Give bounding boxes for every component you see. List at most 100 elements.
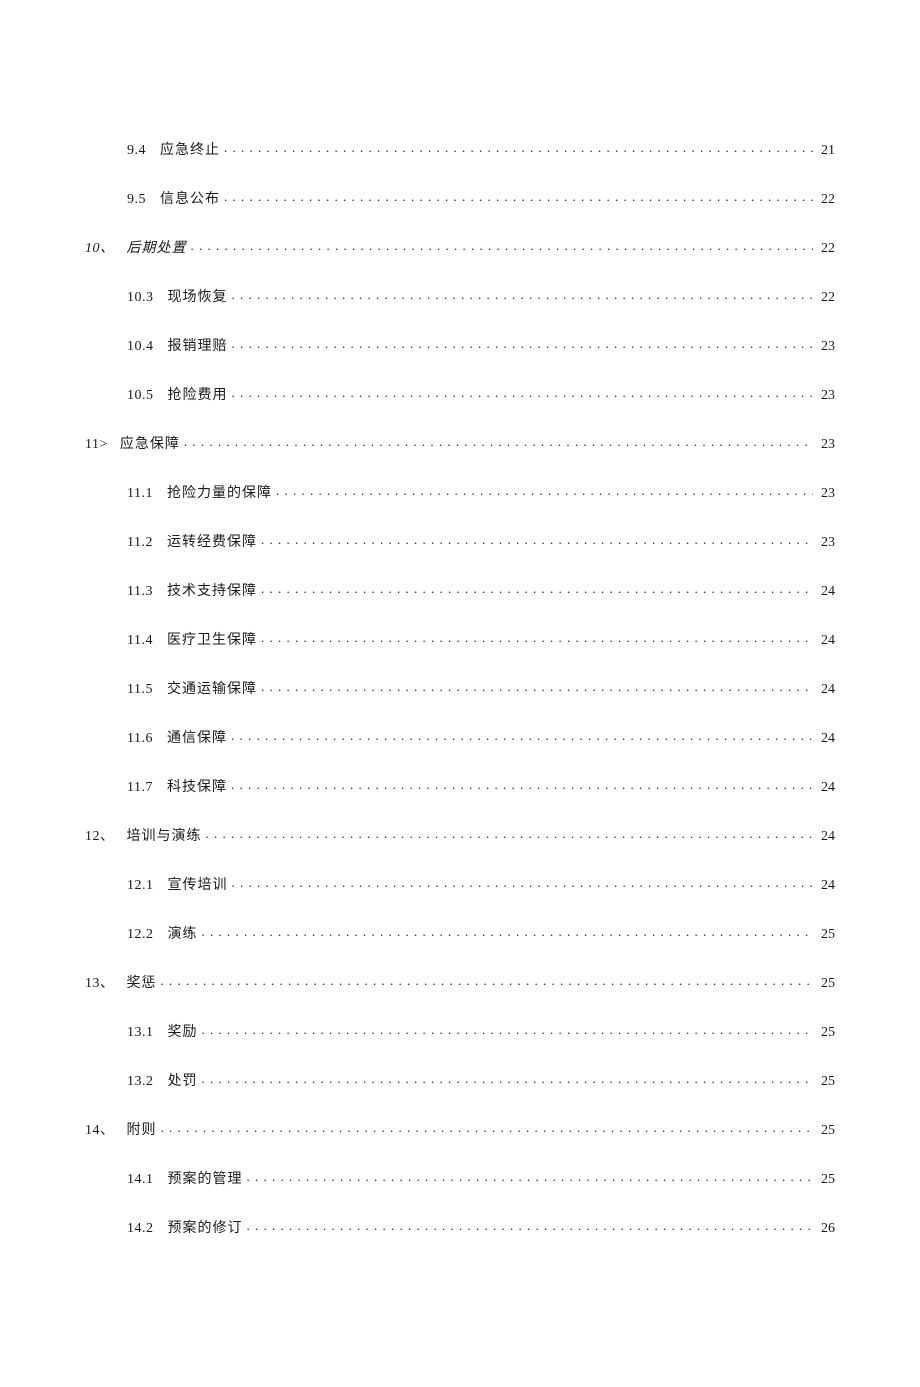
toc-entry-page: 24: [817, 879, 835, 893]
toc-leader-dots: [247, 1169, 814, 1183]
toc-leader-dots: [276, 483, 813, 497]
toc-entry-number: 12.2: [127, 928, 154, 942]
toc-entry-title: 报销理赔: [168, 340, 228, 354]
toc-entry: 13.1奖励25: [85, 1022, 835, 1040]
toc-entry: 12、培训与演练24: [85, 826, 835, 844]
toc-entry-number: 9.4: [127, 144, 146, 158]
toc-leader-dots: [206, 826, 814, 840]
toc-entry-number: 10.5: [127, 389, 154, 403]
toc-entry-title: 奖惩: [127, 977, 157, 991]
toc-entry-number: 11.4: [127, 634, 153, 648]
toc-leader-dots: [231, 728, 813, 742]
toc-entry-page: 25: [817, 928, 835, 942]
toc-entry-page: 22: [817, 291, 835, 305]
toc-entry-page: 24: [817, 634, 835, 648]
toc-entry: 10.3 现场恢复 22: [85, 287, 835, 305]
toc-page: 9.4应急终止219.5信息公布2210、后期处置2210.3现场恢复2210.…: [0, 0, 920, 1387]
toc-entry: 11.2 运转经费保障 23: [85, 532, 835, 550]
toc-entry-number: 11.3: [127, 585, 153, 599]
toc-entry: 13.2 处罚 25: [85, 1071, 835, 1089]
toc-entry-title: 处罚: [168, 1075, 198, 1089]
toc-entry: 13、奖惩25: [85, 973, 835, 991]
toc-leader-dots: [247, 1218, 814, 1232]
toc-entry-title: 运转经费保障: [167, 536, 257, 550]
toc-entry-title: 附则: [127, 1124, 157, 1138]
toc-entry-number: 11.5: [127, 683, 153, 697]
toc-leader-dots: [232, 385, 814, 399]
toc-entry-number: 10.4: [127, 340, 154, 354]
toc-leader-dots: [202, 924, 814, 938]
toc-entry-title: 预案的管理: [168, 1173, 243, 1187]
toc-entry-title: 后期处置: [127, 242, 187, 256]
toc-entry-page: 25: [817, 977, 835, 991]
toc-entry: 10、后期处置 22: [85, 238, 835, 256]
toc-entry-page: 24: [817, 781, 835, 795]
toc-entry-title: 宣传培训: [168, 879, 228, 893]
toc-entry-title: 应急终止: [160, 144, 220, 158]
toc-entry-number: 14.2: [127, 1222, 154, 1236]
toc-entry-title: 奖励: [168, 1026, 198, 1040]
toc-entry: 11.3 技术支持保障 24: [85, 581, 835, 599]
toc-entry-page: 25: [817, 1173, 835, 1187]
toc-leader-dots: [161, 1120, 814, 1134]
toc-entry-title: 现场恢复: [168, 291, 228, 305]
toc-leader-dots: [232, 875, 814, 889]
toc-entry-number: 12.1: [127, 879, 154, 893]
toc-leader-dots: [202, 1071, 814, 1085]
toc-entry-page: 25: [817, 1075, 835, 1089]
toc-entry-title: 应急保障: [120, 438, 180, 452]
toc-entry-page: 24: [817, 732, 835, 746]
toc-leader-dots: [232, 336, 814, 350]
toc-leader-dots: [224, 140, 813, 154]
toc-entry-page: 23: [817, 389, 835, 403]
toc-leader-dots: [161, 973, 814, 987]
toc-leader-dots: [261, 581, 813, 595]
toc-entry-page: 24: [817, 585, 835, 599]
toc-entry-title: 培训与演练: [127, 830, 202, 844]
toc-entry-title: 演练: [168, 928, 198, 942]
toc-entry-title: 信息公布: [160, 193, 220, 207]
toc-entry-number: 10、: [85, 242, 115, 256]
toc-entry-number: 13.2: [127, 1075, 154, 1089]
toc-entry-number: 11.1: [127, 487, 153, 501]
toc-leader-dots: [232, 287, 814, 301]
toc-entry: 9.4 应急终止 21: [85, 140, 835, 158]
toc-leader-dots: [184, 434, 813, 448]
toc-entry-title: 抢险力量的保障: [167, 487, 272, 501]
toc-entry-number: 11.6: [127, 732, 153, 746]
toc-entry: 12.2 演练 25: [85, 924, 835, 942]
toc-entry-number: 13.1: [127, 1026, 154, 1040]
toc-leader-dots: [261, 630, 813, 644]
toc-entry-number: 11.2: [127, 536, 153, 550]
toc-entry: 9.5信息公布22: [85, 189, 835, 207]
toc-leader-dots: [191, 238, 814, 252]
toc-entry-page: 25: [817, 1124, 835, 1138]
toc-entry: 10.5 抢险费用 23: [85, 385, 835, 403]
toc-entry-number: 10.3: [127, 291, 154, 305]
toc-entry-title: 技术支持保障: [167, 585, 257, 599]
toc-entry-page: 26: [817, 1222, 835, 1236]
toc-entry: 14、附则 25: [85, 1120, 835, 1138]
toc-entry-number: 14.1: [127, 1173, 154, 1187]
toc-entry-title: 抢险费用: [168, 389, 228, 403]
toc-entry-number: 11>: [85, 438, 108, 452]
toc-entry: 14.2 预案的修订 26: [85, 1218, 835, 1236]
toc-entry-page: 23: [817, 536, 835, 550]
toc-entry-page: 24: [817, 683, 835, 697]
toc-entry: 12.1 宣传培训 24: [85, 875, 835, 893]
toc-entry-title: 医疗卫生保障: [167, 634, 257, 648]
toc-list: 9.4应急终止219.5信息公布2210、后期处置2210.3现场恢复2210.…: [85, 140, 835, 1236]
toc-entry-number: 14、: [85, 1124, 115, 1138]
toc-entry-page: 21: [817, 144, 835, 158]
toc-leader-dots: [261, 679, 813, 693]
toc-entry-number: 11.7: [127, 781, 153, 795]
toc-entry: 11.5交通运输保障24: [85, 679, 835, 697]
toc-entry-title: 预案的修订: [168, 1222, 243, 1236]
toc-leader-dots: [202, 1022, 814, 1036]
toc-leader-dots: [224, 189, 813, 203]
toc-entry: 10.4报销理赔23: [85, 336, 835, 354]
toc-entry: 11.6通信保障24: [85, 728, 835, 746]
toc-entry-page: 22: [817, 242, 835, 256]
toc-entry-number: 9.5: [127, 193, 146, 207]
toc-entry-page: 24: [817, 830, 835, 844]
